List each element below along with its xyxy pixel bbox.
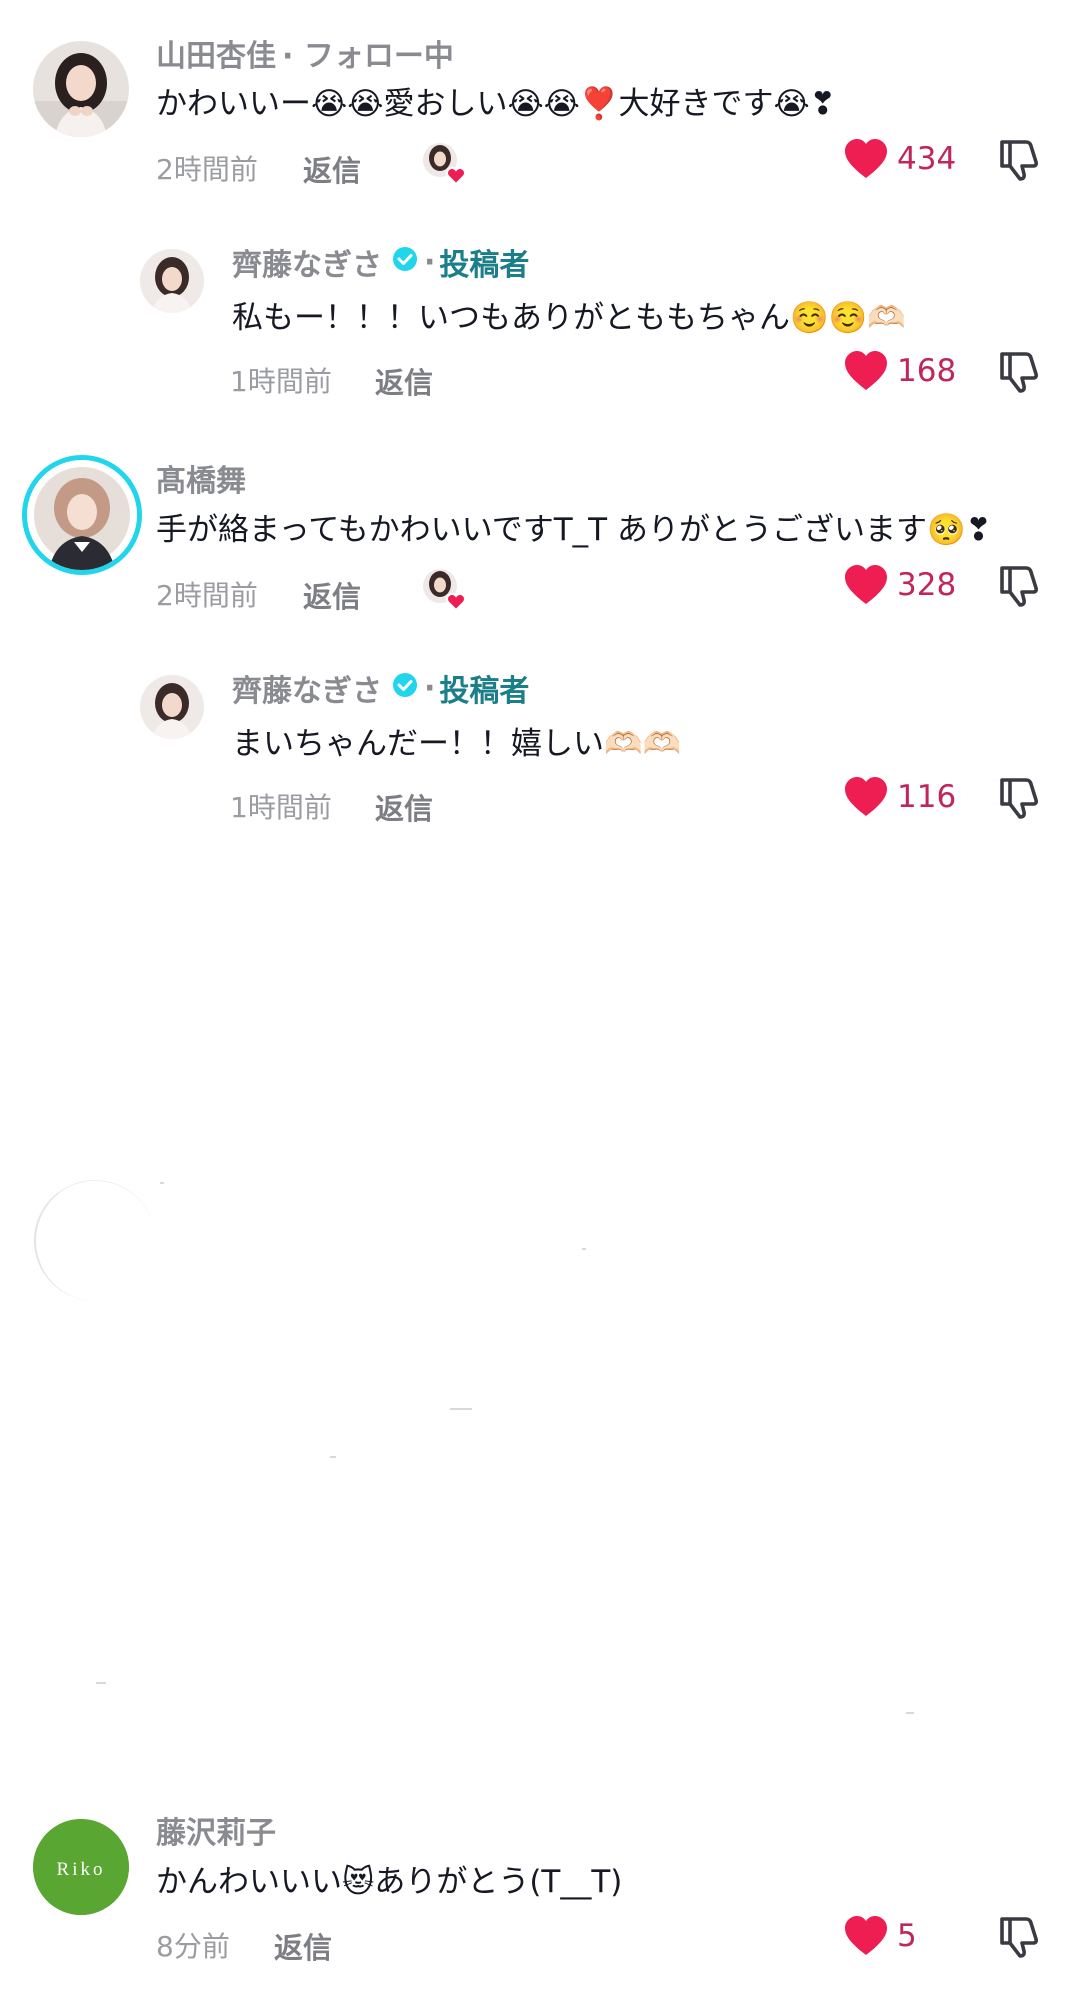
comment-time: 8分前: [156, 1930, 230, 1963]
like-count: 328: [897, 567, 957, 603]
artifact: [330, 1456, 336, 1458]
like-count: 5: [897, 1918, 917, 1954]
avatar-text: Riko: [57, 1859, 106, 1880]
comment-text: まいちゃんだー！！嬉しい🫶🏻🫶🏻: [232, 726, 682, 762]
comment-author-line: 山田杏佳 · フォロー中: [156, 31, 454, 75]
heart-icon[interactable]: [843, 138, 889, 180]
like-button[interactable]: 168: [843, 350, 956, 392]
heart-icon[interactable]: [843, 776, 889, 818]
separator-dot: ·: [424, 670, 436, 706]
creator-label: 投稿者: [439, 674, 530, 709]
artifact: [450, 1408, 472, 1410]
thumbs-down-icon[interactable]: [996, 774, 1042, 827]
thumbs-down-icon[interactable]: [996, 562, 1042, 615]
reply-button[interactable]: 返信: [274, 1925, 332, 1967]
comment-author[interactable]: 藤沢莉子: [156, 1808, 276, 1852]
reply-button[interactable]: 返信: [303, 148, 361, 190]
avatar[interactable]: [140, 675, 204, 739]
avatar[interactable]: [22, 455, 142, 575]
verified-badge-icon: [392, 245, 418, 280]
comment-text: 私もー！！！いつもありがとももちゃん☺️☺️🫶🏻: [232, 300, 906, 336]
avatar[interactable]: [140, 249, 204, 313]
comment-text: 手が絡まってもかわいいですT_T ありがとうございます🥺❣: [156, 512, 992, 548]
comment-text: かわいいー😭😭愛おしい😭😭❣️大好きです😭❣: [156, 86, 836, 122]
comment-text: かんわいいい😻ありがとう(T__T): [156, 1864, 623, 1900]
artifact: [96, 1682, 106, 1684]
like-button[interactable]: 116: [843, 776, 956, 818]
comment-time: 1時間前: [230, 791, 332, 824]
comment-time: 1時間前: [230, 365, 332, 398]
like-button[interactable]: 5: [843, 1915, 917, 1957]
heart-icon[interactable]: [843, 564, 889, 606]
artifact: [160, 1182, 164, 1184]
like-count: 116: [897, 779, 957, 815]
comment-time: 2時間前: [156, 153, 258, 186]
creator-liked-badge: [420, 140, 468, 188]
comment-author-line: 齊藤なぎさ · 投稿者: [232, 240, 529, 284]
comment-author-line: 藤沢莉子: [156, 1808, 276, 1852]
like-count: 168: [897, 353, 957, 389]
thumbs-down-icon[interactable]: [996, 1913, 1042, 1966]
comment-author[interactable]: 齊藤なぎさ: [232, 240, 382, 284]
avatar[interactable]: Riko: [33, 1819, 129, 1915]
thumbs-down-icon[interactable]: [996, 136, 1042, 189]
artifact: [582, 1248, 586, 1250]
like-button[interactable]: 328: [843, 564, 956, 606]
avatar[interactable]: [33, 41, 129, 137]
artifact: [906, 1712, 914, 1714]
comment-author-line: 齊藤なぎさ · 投稿者: [232, 666, 529, 710]
separator-dot: ·: [424, 244, 436, 280]
comment-author[interactable]: 山田杏佳: [156, 31, 276, 75]
comment-time: 2時間前: [156, 579, 258, 612]
thumbs-down-icon[interactable]: [996, 348, 1042, 401]
faint-arc: [34, 1180, 156, 1301]
verified-badge-icon: [392, 671, 418, 706]
like-button[interactable]: 434: [843, 138, 956, 180]
like-count: 434: [897, 141, 957, 177]
creator-label: 投稿者: [439, 248, 530, 283]
comment-author-line: 髙橋舞: [156, 456, 246, 500]
reply-button[interactable]: 返信: [375, 360, 433, 402]
comment-author[interactable]: 髙橋舞: [156, 456, 246, 500]
following-label: · フォロー中: [282, 39, 454, 74]
creator-liked-badge: [420, 566, 468, 614]
blank-region: [0, 860, 1080, 1800]
heart-icon[interactable]: [843, 1915, 889, 1957]
heart-icon[interactable]: [843, 350, 889, 392]
comment-author[interactable]: 齊藤なぎさ: [232, 666, 382, 710]
reply-button[interactable]: 返信: [303, 574, 361, 616]
reply-button[interactable]: 返信: [375, 786, 433, 828]
